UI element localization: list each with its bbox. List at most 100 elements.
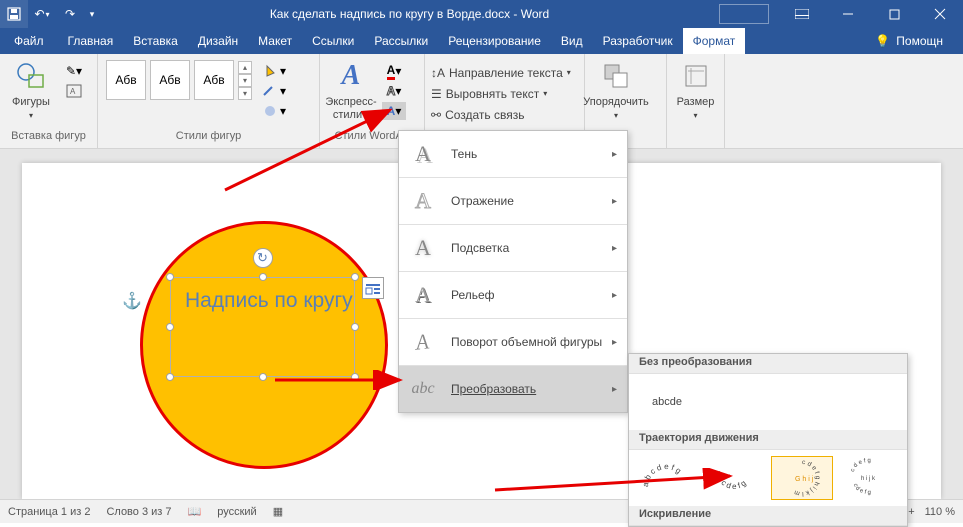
- handle-ml[interactable]: [166, 323, 174, 331]
- zoom-in-icon[interactable]: +: [908, 506, 914, 518]
- spellcheck-icon[interactable]: 📖: [188, 505, 202, 518]
- text-box-content[interactable]: Надпись по кругу: [185, 286, 353, 315]
- menu-transform[interactable]: abc Преобразовать ▸: [399, 366, 627, 412]
- rotation-glyph-icon: A: [407, 325, 433, 360]
- zoom-level[interactable]: 110 %: [925, 506, 955, 518]
- group-insert-label: Вставка фигур: [6, 130, 91, 148]
- ribbon-options-icon[interactable]: [779, 0, 825, 28]
- text-effects-menu: A Тень ▸ A Отражение ▸ A Подсветка ▸ A Р…: [398, 130, 628, 413]
- anchor-icon[interactable]: ⚓: [122, 291, 142, 311]
- tab-view[interactable]: Вид: [551, 28, 593, 54]
- tab-home[interactable]: Главная: [58, 28, 124, 54]
- gallery-up-icon[interactable]: ▴: [238, 61, 252, 74]
- handle-tr[interactable]: [351, 273, 359, 281]
- text-outline-icon[interactable]: A▾: [382, 82, 406, 100]
- style-3[interactable]: Абв: [194, 60, 234, 100]
- svg-text:G h i j: G h i j: [795, 476, 814, 483]
- handle-mr[interactable]: [351, 323, 359, 331]
- menu-bevel[interactable]: A Рельеф ▸: [399, 272, 627, 318]
- tab-layout[interactable]: Макет: [248, 28, 302, 54]
- follow-path-header: Траектория движения: [629, 430, 907, 450]
- gallery-down-icon[interactable]: ▾: [238, 74, 252, 87]
- minimize-icon[interactable]: [825, 0, 871, 28]
- arrange-button[interactable]: Упорядочить▾: [591, 58, 641, 124]
- close-icon[interactable]: [917, 0, 963, 28]
- align-text-button[interactable]: ☰Выровнять текст ▾: [431, 83, 547, 104]
- style-1[interactable]: Абв: [106, 60, 146, 100]
- menu-3d-rotation[interactable]: A Поворот объемной фигуры ▸: [399, 319, 627, 365]
- submenu-arrow-icon: ▸: [612, 196, 617, 207]
- warp-header: Искривление: [629, 506, 907, 526]
- language-indicator[interactable]: русский: [217, 506, 256, 518]
- menu-reflection[interactable]: A Отражение ▸: [399, 178, 627, 224]
- tab-developer[interactable]: Разработчик: [593, 28, 683, 54]
- menu-bevel-label: Рельеф: [451, 288, 495, 302]
- text-box[interactable]: Надпись по кругу ↻: [170, 277, 355, 377]
- shapes-button[interactable]: Фигуры▾: [6, 58, 56, 124]
- tab-file[interactable]: Файл: [0, 28, 58, 54]
- shape-fill-icon[interactable]: ▾: [262, 62, 286, 80]
- shadow-glyph-icon: A: [409, 140, 437, 168]
- submenu-arrow-icon: ▸: [612, 149, 617, 160]
- no-transform-option[interactable]: abcde: [635, 380, 699, 424]
- menu-shadow[interactable]: A Тень ▸: [399, 131, 627, 177]
- tab-references[interactable]: Ссылки: [302, 28, 364, 54]
- shapes-label: Фигуры: [12, 96, 50, 108]
- layout-options-icon[interactable]: [362, 277, 384, 299]
- style-2[interactable]: Абв: [150, 60, 190, 100]
- title-bar: ↶▾ ↷ ▾ Как сделать надпись по кругу в Во…: [0, 0, 963, 28]
- ribbon-tabs: Файл Главная Вставка Дизайн Макет Ссылки…: [0, 28, 963, 54]
- handle-tl[interactable]: [166, 273, 174, 281]
- page-indicator[interactable]: Страница 1 из 2: [8, 506, 90, 518]
- handle-bl[interactable]: [166, 373, 174, 381]
- reflection-glyph-icon: A: [409, 187, 437, 215]
- text-direction-button[interactable]: ↕AНаправление текста ▾: [431, 62, 571, 83]
- gallery-more-icon[interactable]: ▾: [238, 87, 252, 100]
- submenu-arrow-icon: ▸: [612, 337, 617, 348]
- handle-bm[interactable]: [259, 373, 267, 381]
- macro-icon[interactable]: ▦: [273, 505, 283, 518]
- create-link-button[interactable]: ⚯Создать связь: [431, 104, 525, 125]
- maximize-icon[interactable]: [871, 0, 917, 28]
- handle-tm[interactable]: [259, 273, 267, 281]
- edit-shape-icon[interactable]: ✎▾: [62, 62, 86, 80]
- submenu-arrow-icon: ▸: [612, 290, 617, 301]
- bulb-icon: 💡: [875, 34, 890, 48]
- submenu-arrow-icon: ▸: [612, 243, 617, 254]
- menu-shadow-label: Тень: [451, 147, 477, 161]
- submenu-arrow-icon: ▸: [612, 384, 617, 395]
- text-fill-icon[interactable]: A▾: [382, 62, 406, 80]
- redo-icon[interactable]: ↷: [56, 0, 84, 28]
- path-button[interactable]: c d e f gc d e f gh i j k: [839, 456, 901, 500]
- save-icon[interactable]: [0, 0, 28, 28]
- tell-me[interactable]: 💡 Помощн: [855, 28, 963, 54]
- path-circle[interactable]: c d e f g h i j k l mG h i j: [771, 456, 833, 500]
- annotation-arrow-1: [215, 100, 405, 200]
- share-button[interactable]: [719, 4, 769, 24]
- text-dir-label: Направление текста: [449, 66, 563, 80]
- shapes-icon: [15, 60, 47, 92]
- menu-glow-label: Подсветка: [451, 241, 509, 255]
- rotate-handle[interactable]: ↻: [253, 248, 273, 268]
- tab-review[interactable]: Рецензирование: [438, 28, 551, 54]
- tab-mailings[interactable]: Рассылки: [364, 28, 438, 54]
- undo-icon[interactable]: ↶▾: [28, 0, 56, 28]
- tab-format[interactable]: Формат: [683, 28, 746, 54]
- qat-customize-icon[interactable]: ▾: [84, 0, 100, 28]
- text-box-icon[interactable]: A: [62, 82, 86, 100]
- transform-glyph-icon: abc: [409, 375, 437, 403]
- menu-glow[interactable]: A Подсветка ▸: [399, 225, 627, 271]
- svg-text:A: A: [70, 87, 76, 96]
- align-text-label: Выровнять текст: [446, 87, 539, 101]
- svg-text:h i j k: h i j k: [861, 476, 876, 482]
- document-title: Как сделать надпись по кругу в Ворде.doc…: [100, 7, 719, 21]
- tab-design[interactable]: Дизайн: [188, 28, 248, 54]
- tab-insert[interactable]: Вставка: [123, 28, 188, 54]
- no-transform-header: Без преобразования: [629, 354, 907, 374]
- word-count[interactable]: Слово 3 из 7: [106, 506, 171, 518]
- size-button[interactable]: Размер▾: [673, 58, 718, 124]
- size-label: Размер: [677, 96, 715, 108]
- shape-outline-icon[interactable]: ▾: [262, 82, 286, 100]
- menu-transform-label: Преобразовать: [451, 382, 536, 396]
- shape-styles-gallery[interactable]: Абв Абв Абв ▴ ▾ ▾: [104, 58, 252, 102]
